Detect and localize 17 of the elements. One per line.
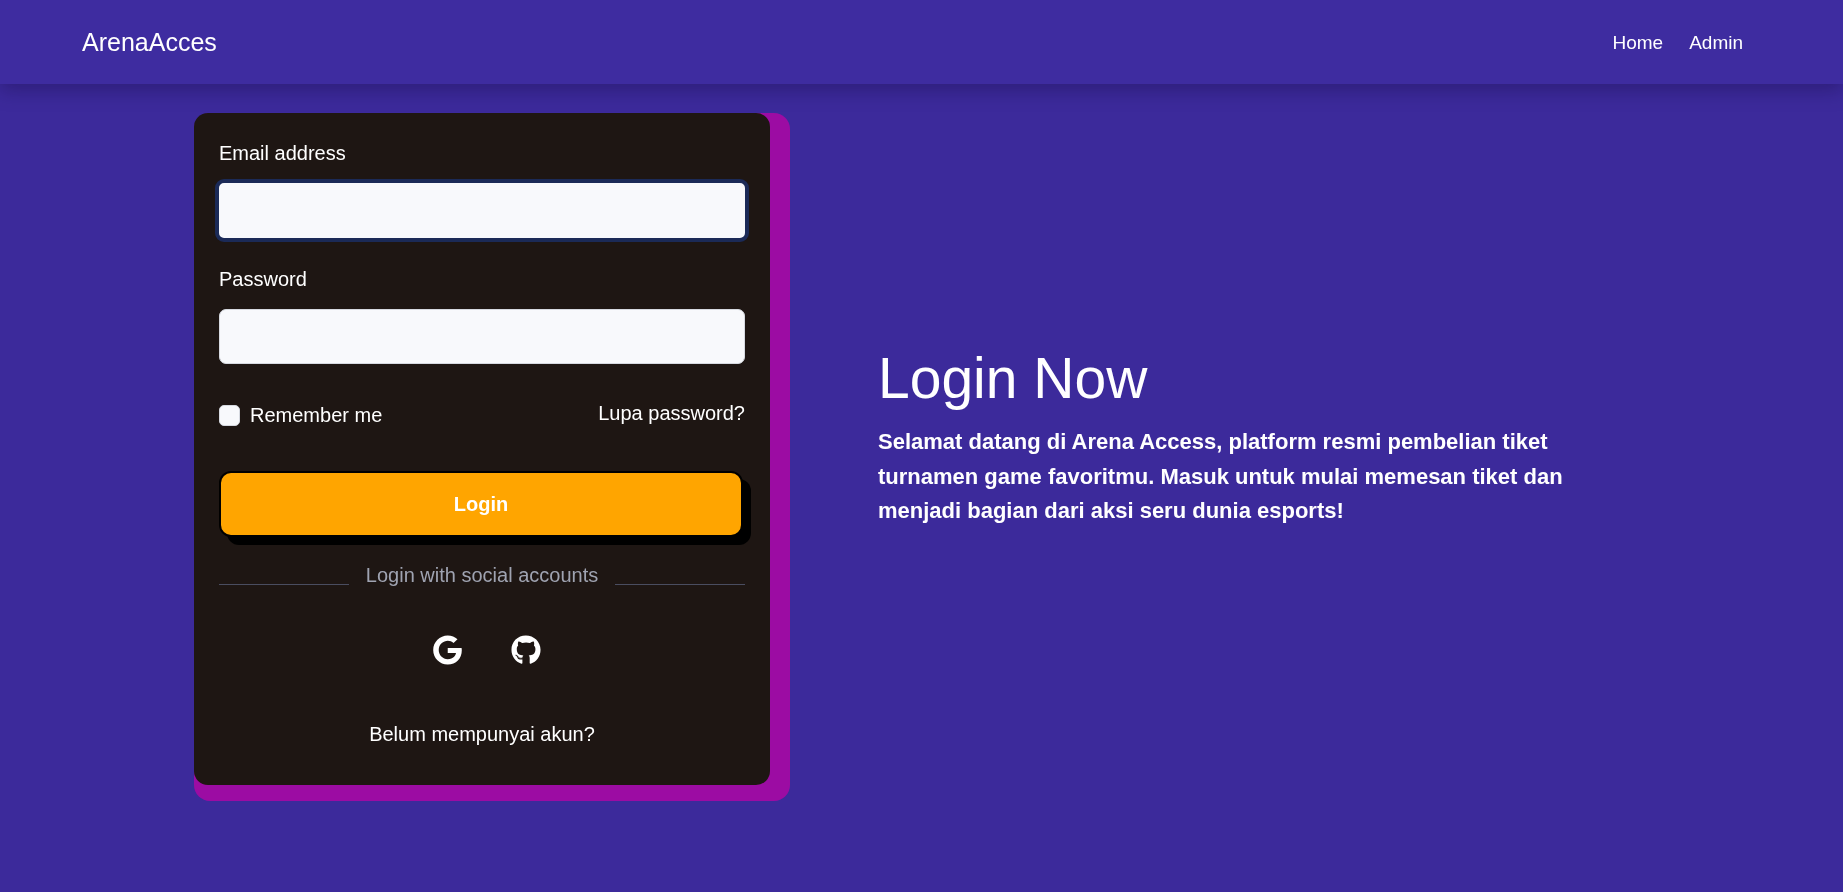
- signup-link[interactable]: Belum mempunyai akun?: [369, 720, 595, 748]
- nav-link[interactable]: Home: [1612, 32, 1664, 52]
- google-icon: [433, 635, 462, 665]
- input-field[interactable]: [215, 179, 749, 242]
- field-label: Email address: [219, 141, 346, 166]
- social-login-button[interactable]: [511, 635, 541, 665]
- field-label: Password: [219, 267, 307, 292]
- nav-link[interactable]: Admin: [1689, 32, 1743, 52]
- forgot-password-link[interactable]: Lupa password?: [598, 399, 745, 427]
- hero-text: Selamat datang di Arena Access, platform resmi pembelian tiket turnamen game favoritmu. Masuk untuk mulai memesan tiket dan menjadi bagian dari aksi seru dunia esports!: [878, 428, 1564, 525]
- hero-title: Login Now: [878, 345, 1148, 412]
- checkbox-label[interactable]: Remember me: [250, 401, 383, 429]
- divider-text: Login with social accounts: [365, 563, 599, 588]
- checkbox[interactable]: [219, 404, 240, 426]
- brand-logo-text[interactable]: ArenaAcces: [82, 29, 217, 55]
- github-icon: [511, 635, 541, 665]
- social-login-button[interactable]: [433, 635, 462, 665]
